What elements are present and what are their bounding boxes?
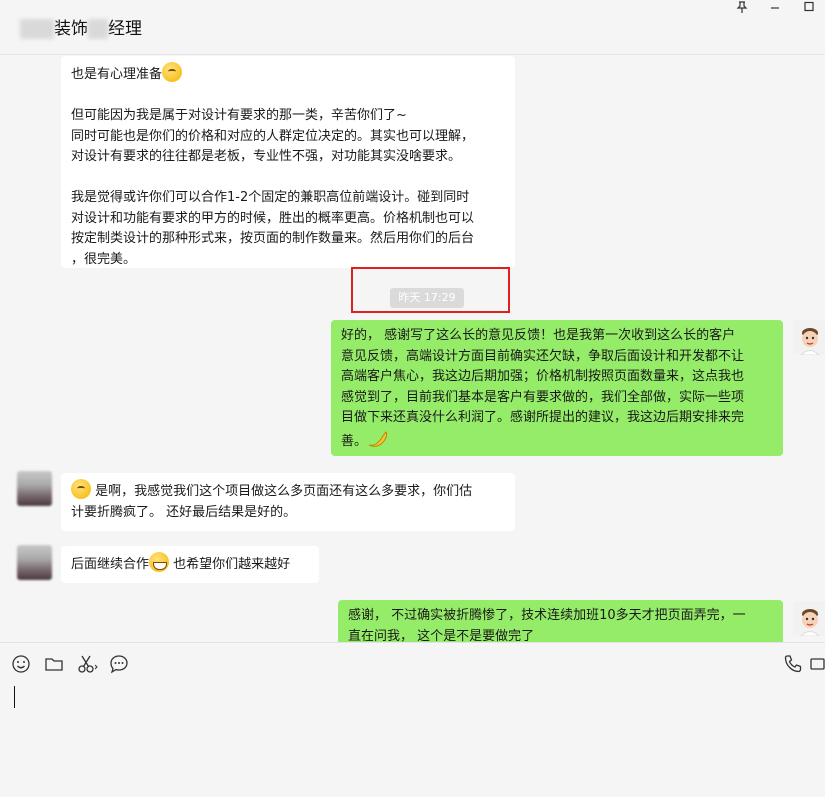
contact-avatar[interactable]: [17, 545, 52, 580]
message-line: 直在问我， 这个是不是要做完了: [348, 628, 535, 643]
message-line: 但可能因为我是属于对设计有要求的那一类，辛苦你们了~: [71, 108, 407, 123]
scissors-icon[interactable]: [77, 654, 99, 674]
message-line: 好的， 感谢写了这么长的意见反馈！也是我第一次收到这么长的客户: [341, 328, 736, 343]
message-line: 感觉到了，目前我们基本是客户有要求做的，我们全部做，实际一些项: [341, 389, 745, 405]
chat-bubble-icon[interactable]: [109, 654, 131, 674]
chat-header: 装饰 经理: [0, 0, 825, 55]
emoji-icon[interactable]: [11, 654, 33, 674]
message-line: 后面继续合作 也希望你们越来越好: [71, 552, 309, 576]
message-bubble-sent[interactable]: 感谢， 不过确实被折腾惨了，技术连续加班10多天才把页面弄完，一 直在问我， 这…: [338, 600, 783, 642]
timestamp-highlight-box: 昨天 17:29: [351, 267, 510, 313]
chat-title-visible: 装饰: [54, 19, 88, 39]
redacted-name-part: [20, 19, 54, 39]
message-bubble-sent[interactable]: 好的， 感谢写了这么长的意见反馈！也是我第一次收到这么长的客户 意见反馈，高端设…: [331, 320, 783, 456]
message-line: 计要折腾疯了。 还好最后结果是好的。: [71, 504, 297, 520]
timestamp: 昨天 17:29: [390, 288, 464, 308]
message-line: 同时可能也是你们的价格和对应的人群定位决定的。其实也可以理解，: [71, 128, 475, 144]
message-line: 对设计和功能有要求的甲方的时候，胜出的概率更高。价格机制也可以: [71, 210, 475, 226]
folder-icon[interactable]: [44, 654, 66, 674]
message-bubble-received[interactable]: 是啊，我感觉我们这个项目做这么多页面还有这么多要求，你们估 计要折腾疯了。 还好…: [61, 473, 515, 531]
my-avatar[interactable]: [793, 601, 825, 636]
contact-avatar[interactable]: [17, 471, 52, 506]
text-cursor: [14, 686, 15, 708]
chat-title: 装饰 经理: [20, 14, 142, 39]
pin-icon[interactable]: [732, 0, 752, 14]
phone-icon[interactable]: [783, 654, 805, 674]
banana-emoji-icon: [367, 429, 389, 449]
message-line: 也是有心理准备: [71, 62, 505, 86]
message-line: 对设计有要求的往往都是老板，专业性不强，对功能其实没啥要求。: [71, 149, 462, 164]
thinking-emoji-icon: [162, 62, 183, 82]
message-line: 感谢， 不过确实被折腾惨了，技术连续加班10多天才把页面弄完，一: [348, 608, 746, 623]
message-bubble-received[interactable]: 也是有心理准备 但可能因为我是属于对设计有要求的那一类，辛苦你们了~ 同时可能也…: [61, 56, 515, 268]
video-icon[interactable]: [810, 654, 825, 674]
message-line: 目做下来还真没什么利润了。感谢所提出的建议，我这边后期安排来完: [341, 410, 745, 425]
thinking-emoji-icon: [71, 479, 91, 499]
message-input-area[interactable]: [0, 642, 825, 797]
message-line: 意见反馈，高端设计方面目前确实还欠缺，争取后面设计和开发都不让: [341, 348, 745, 364]
my-avatar[interactable]: [793, 320, 825, 355]
minimize-icon[interactable]: [765, 0, 785, 14]
message-line: 善。: [341, 429, 773, 453]
chat-title-suffix: 经理: [108, 19, 142, 39]
message-list[interactable]: 也是有心理准备 但可能因为我是属于对设计有要求的那一类，辛苦你们了~ 同时可能也…: [0, 56, 825, 642]
grinning-emoji-icon: [149, 552, 170, 572]
maximize-icon[interactable]: [799, 0, 819, 14]
message-line: 我是觉得或许你们可以合作1-2个固定的兼职高位前端设计。碰到同时: [71, 190, 470, 205]
message-line: 按定制类设计的那种形式来，按页面的制作数量来。然后用你们的后台: [71, 231, 475, 246]
redacted-name-part: [88, 19, 108, 39]
message-bubble-received[interactable]: 后面继续合作 也希望你们越来越好: [61, 546, 319, 583]
message-line: 是啊，我感觉我们这个项目做这么多页面还有这么多要求，你们估: [71, 479, 505, 503]
message-line: 高端客户焦心，我这边后期加强；价格机制按照页面数量来，这点我也: [341, 369, 745, 384]
